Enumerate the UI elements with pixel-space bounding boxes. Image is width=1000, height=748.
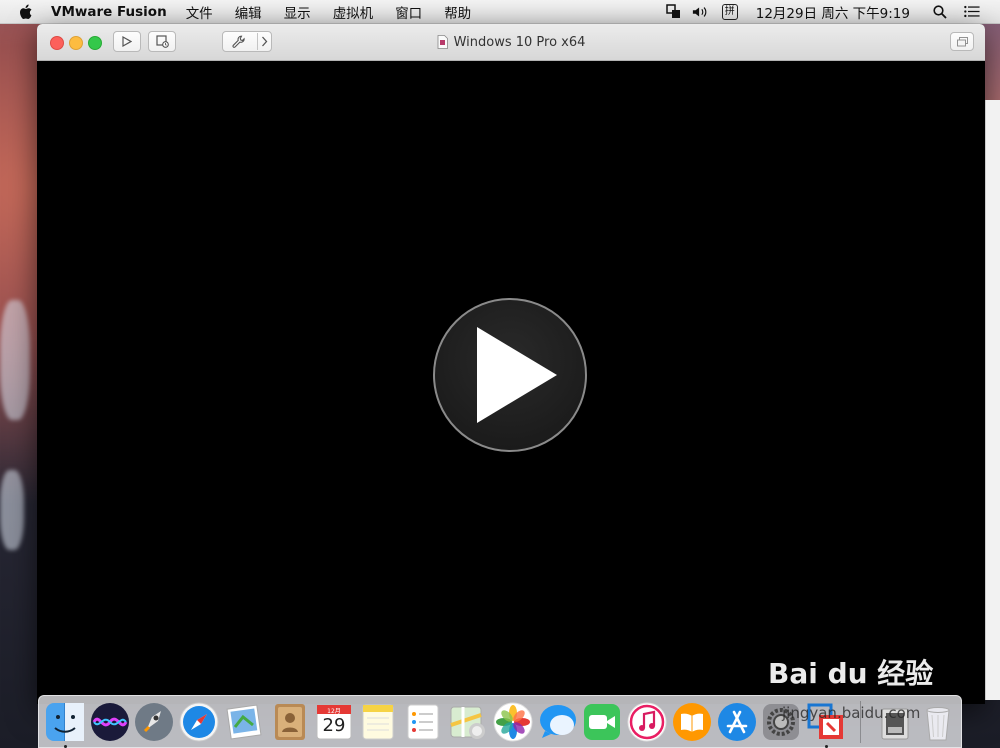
menu-virtual-machine[interactable]: 虚拟机 — [333, 2, 374, 22]
photos-icon[interactable] — [492, 701, 534, 743]
fullscreen-button[interactable] — [950, 32, 974, 51]
window-title-text: Windows 10 Pro x64 — [453, 34, 586, 50]
volume-icon[interactable] — [692, 4, 708, 20]
wallpaper-snow — [0, 300, 30, 420]
facetime-icon[interactable] — [581, 701, 623, 743]
safari-icon[interactable] — [178, 701, 220, 743]
ibooks-icon[interactable] — [671, 701, 713, 743]
menu-help[interactable]: 帮助 — [444, 2, 471, 22]
calendar-day: 29 — [322, 715, 346, 736]
app-menu[interactable]: VMware Fusion — [51, 4, 167, 20]
finder-icon[interactable] — [44, 701, 86, 743]
vm-document-icon — [437, 35, 448, 49]
input-method-icon[interactable]: 拼 — [721, 3, 738, 20]
vmware-status-icon[interactable] — [666, 4, 682, 20]
notes-icon[interactable] — [357, 701, 399, 743]
notification-center-icon[interactable] — [964, 4, 980, 20]
fullscreen-icon — [956, 36, 968, 46]
background-window-edge — [985, 100, 1000, 700]
calendar-icon[interactable]: 12月 29 — [313, 701, 355, 743]
reminders-icon[interactable] — [402, 701, 444, 743]
trash-icon[interactable] — [917, 701, 959, 743]
spotlight-search-icon[interactable] — [932, 4, 948, 20]
play-icon — [477, 327, 557, 423]
itunes-icon[interactable] — [626, 701, 668, 743]
vm-window: Windows 10 Pro x64 — [37, 24, 985, 704]
apple-menu-icon[interactable] — [18, 4, 34, 20]
preview-icon[interactable] — [223, 701, 265, 743]
window-title: Windows 10 Pro x64 — [37, 24, 985, 60]
contacts-icon[interactable] — [268, 701, 310, 743]
messages-icon[interactable] — [537, 701, 579, 743]
menu-file[interactable]: 文件 — [186, 2, 213, 22]
watermark-url: jingyan.baidu.com — [782, 704, 921, 722]
menu-clock[interactable]: 12月29日 周六 下午9:19 — [756, 2, 910, 22]
menu-bar: VMware Fusion 文件 编辑 显示 虚拟机 窗口 帮助 拼 12月29… — [0, 0, 1000, 24]
launchpad-icon[interactable] — [133, 701, 175, 743]
menu-view[interactable]: 显示 — [284, 2, 311, 22]
status-area: 拼 12月29日 周六 下午9:19 — [666, 0, 1000, 23]
app-store-icon[interactable] — [716, 701, 758, 743]
power-on-play-button[interactable] — [433, 298, 587, 452]
wallpaper-snow — [0, 470, 24, 550]
menu-edit[interactable]: 编辑 — [235, 2, 262, 22]
window-titlebar[interactable]: Windows 10 Pro x64 — [37, 24, 985, 61]
siri-icon[interactable] — [89, 701, 131, 743]
baidu-watermark: Bai du 经验 — [768, 657, 934, 690]
calendar-month: 12月 — [327, 708, 341, 715]
maps-icon[interactable] — [447, 701, 489, 743]
menu-window[interactable]: 窗口 — [395, 2, 422, 22]
